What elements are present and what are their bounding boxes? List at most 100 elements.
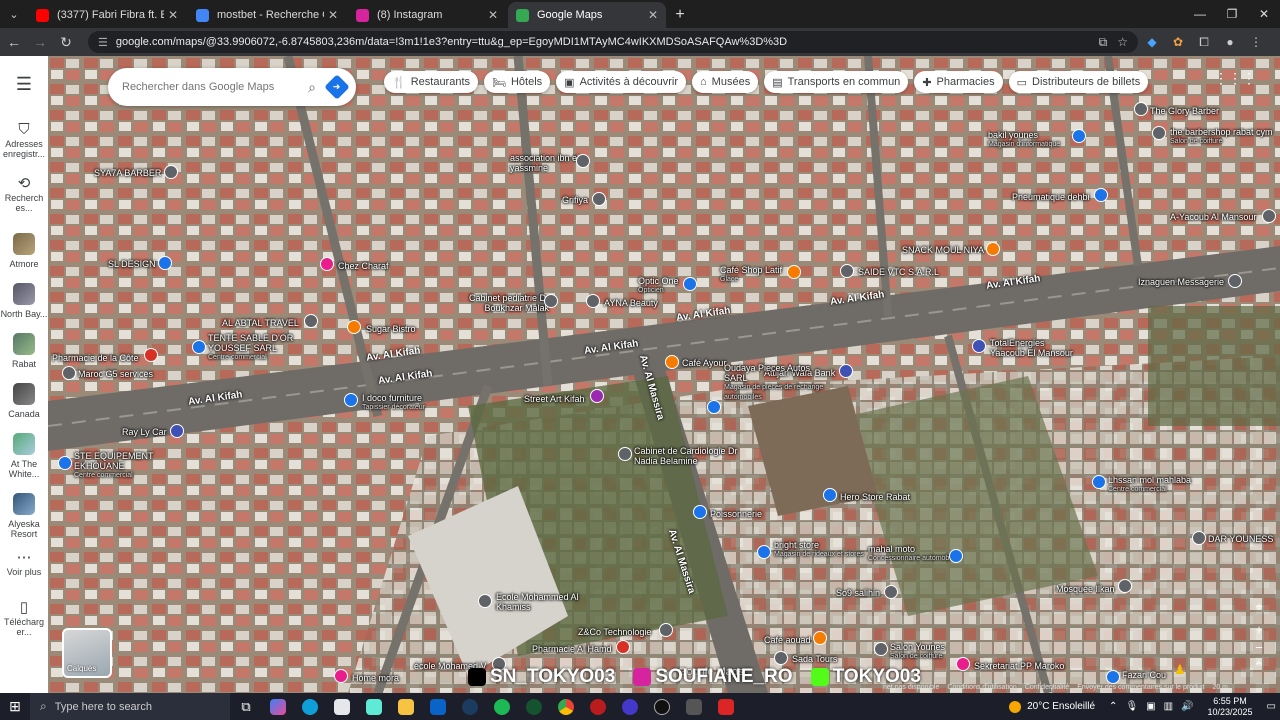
school-pin-icon[interactable] (478, 594, 492, 608)
new-tab-button[interactable]: + (668, 2, 692, 28)
browser-tab-active[interactable]: Google Maps ✕ (508, 2, 666, 28)
close-icon[interactable]: ✕ (488, 8, 498, 22)
search-icon[interactable]: ⌕ (308, 79, 316, 96)
place-label[interactable]: Iznaguen Messagerie (1138, 277, 1224, 287)
shopping-pin-icon[interactable] (192, 340, 206, 354)
shopping-pin-icon[interactable] (683, 277, 697, 291)
car-dealer-pin-icon[interactable] (949, 549, 963, 563)
place-label[interactable]: Street Art Kifah (524, 394, 585, 404)
outlook-icon[interactable] (422, 693, 454, 720)
shopping-pin-icon[interactable] (757, 545, 771, 559)
rail-item-download[interactable]: ▯ Télécharg er... (0, 600, 48, 637)
close-icon[interactable]: ✕ (328, 8, 338, 22)
shopping-pin-icon[interactable] (693, 505, 707, 519)
close-icon[interactable]: ✕ (648, 8, 658, 22)
place-label[interactable]: Café Shop Latif Glace (720, 265, 782, 285)
place-label[interactable]: Lhssan mol mahlaba Centre commercial (1108, 475, 1191, 495)
spotify-icon[interactable] (486, 693, 518, 720)
place-label[interactable]: Home mora (352, 673, 399, 683)
shopping-pin-icon[interactable] (58, 456, 72, 470)
bank-pin-icon[interactable] (839, 364, 853, 378)
back-icon[interactable]: ← (2, 30, 26, 54)
rail-item-place[interactable]: At The White... (0, 433, 48, 479)
place-pin-icon[interactable] (1152, 126, 1166, 140)
address-bar[interactable]: ☰ google.com/maps/@33.9906072,-6.8745803… (88, 31, 1138, 53)
place-label[interactable]: I doco furniture Tapissier décorateur (362, 393, 425, 413)
microphone-icon[interactable]: 🎙 (1125, 701, 1138, 712)
shopping-pin-icon[interactable] (334, 669, 348, 683)
maps-search-box[interactable]: ⌕ ➜ (108, 68, 356, 106)
place-pin-icon[interactable] (884, 585, 898, 599)
place-label[interactable]: Oudaya Pieces Autos SARL Magasin de pièce… (724, 363, 834, 403)
terms-link[interactable]: Conditions d'utilisation (947, 684, 1016, 691)
rail-item-place[interactable]: Rabat (0, 333, 48, 369)
shopping-pin-icon[interactable] (823, 488, 837, 502)
rail-item-place[interactable]: Atmore (0, 233, 48, 269)
clock[interactable]: 6:55 PM 10/23/2025 (1208, 696, 1253, 718)
bookmark-star-icon[interactable]: ☆ (1117, 35, 1128, 49)
place-label[interactable]: Fazari Cou (1122, 670, 1166, 680)
chip-atms[interactable]: ▭ Distributeurs de billets (1008, 71, 1149, 93)
copilot-icon[interactable] (262, 693, 294, 720)
shopping-pin-icon[interactable] (1092, 475, 1106, 489)
shopping-pin-icon[interactable] (158, 256, 172, 270)
place-label[interactable]: AYNA Beauty (604, 298, 658, 308)
layers-button[interactable]: Calques (62, 628, 112, 678)
reload-icon[interactable]: ↻ (54, 30, 78, 54)
close-icon[interactable]: ✕ (168, 8, 178, 22)
app-icon[interactable] (518, 693, 550, 720)
menu-icon[interactable]: ⋮ (1244, 30, 1268, 54)
file-explorer-icon[interactable] (390, 693, 422, 720)
place-label[interactable]: Cabinet de Cardiologie Dr Nadia Belamine (634, 446, 744, 466)
shopping-pin-icon[interactable] (707, 400, 721, 414)
shopping-pin-icon[interactable] (320, 257, 334, 271)
zoom-in-button[interactable]: + (1250, 620, 1268, 638)
chrome-icon[interactable] (550, 693, 582, 720)
rail-item-recent[interactable]: ⟲ Recherch es... (0, 176, 48, 213)
place-label[interactable]: SL DESIGN (108, 259, 156, 269)
cafe-pin-icon[interactable] (665, 355, 679, 369)
volume-icon[interactable]: 🔊 (1181, 701, 1193, 712)
place-pin-icon[interactable] (618, 447, 632, 461)
extension-icon[interactable]: ✿ (1166, 30, 1190, 54)
shopping-pin-icon[interactable] (344, 393, 358, 407)
mosque-pin-icon[interactable] (1118, 579, 1132, 593)
car-rental-pin-icon[interactable] (170, 424, 184, 438)
app-icon[interactable] (582, 693, 614, 720)
scale-label[interactable]: 20 m (1212, 684, 1228, 691)
place-label[interactable]: Café Ayour (682, 358, 726, 368)
place-label[interactable]: Pharmacie de la Côte (52, 353, 139, 363)
rail-item-place[interactable]: North Bay... (0, 283, 48, 319)
rail-item-saved[interactable]: ⛉ Adresses enregistr... (0, 122, 48, 159)
zoom-out-button[interactable]: − (1250, 638, 1268, 656)
chip-restaurants[interactable]: 🍴 Restaurants (384, 71, 479, 93)
place-pin-icon[interactable] (576, 154, 590, 168)
taskbar-search[interactable]: ⌕ Type here to search (30, 693, 230, 720)
place-label[interactable]: Chez Charaf (338, 261, 389, 271)
place-label[interactable]: Café aouad (764, 635, 811, 645)
chip-transit[interactable]: ▤ Transports en commun (764, 71, 909, 93)
rail-item-more[interactable]: ⋯ Voir plus (0, 550, 48, 577)
pharmacy-pin-icon[interactable] (616, 640, 630, 654)
place-pin-icon[interactable] (1192, 531, 1206, 545)
gas-station-pin-icon[interactable] (972, 339, 986, 353)
place-label[interactable]: The Glory Barber (1150, 106, 1219, 116)
restaurant-pin-icon[interactable] (787, 265, 801, 279)
place-label[interactable]: Pneumatique dehbi (1012, 192, 1090, 202)
place-label[interactable]: Poissonnerie (710, 509, 762, 519)
edge-icon[interactable] (294, 693, 326, 720)
place-pin-icon[interactable] (1134, 102, 1148, 116)
privacy-link[interactable]: Confidentialité (1025, 684, 1069, 691)
place-label[interactable]: Sugar Bistro (366, 324, 416, 334)
place-label[interactable]: A-Yacoub Al Mansour (1170, 212, 1276, 222)
install-app-icon[interactable]: ⧉ (1099, 35, 1108, 50)
extensions-puzzle-icon[interactable]: ⧠ (1192, 30, 1216, 54)
place-label[interactable]: bakil younes Magasin d'informatique (988, 130, 1060, 150)
tab-search-icon[interactable]: ⌄ (0, 0, 28, 28)
minimize-icon[interactable]: — (1184, 0, 1216, 28)
place-label[interactable]: Ray Ly Car (122, 427, 167, 437)
place-label[interactable]: So9 salihin (836, 588, 880, 598)
app-icon[interactable] (358, 693, 390, 720)
place-pin-icon[interactable] (592, 192, 606, 206)
chip-activities[interactable]: ▣ Activités à découvrir (556, 71, 687, 93)
